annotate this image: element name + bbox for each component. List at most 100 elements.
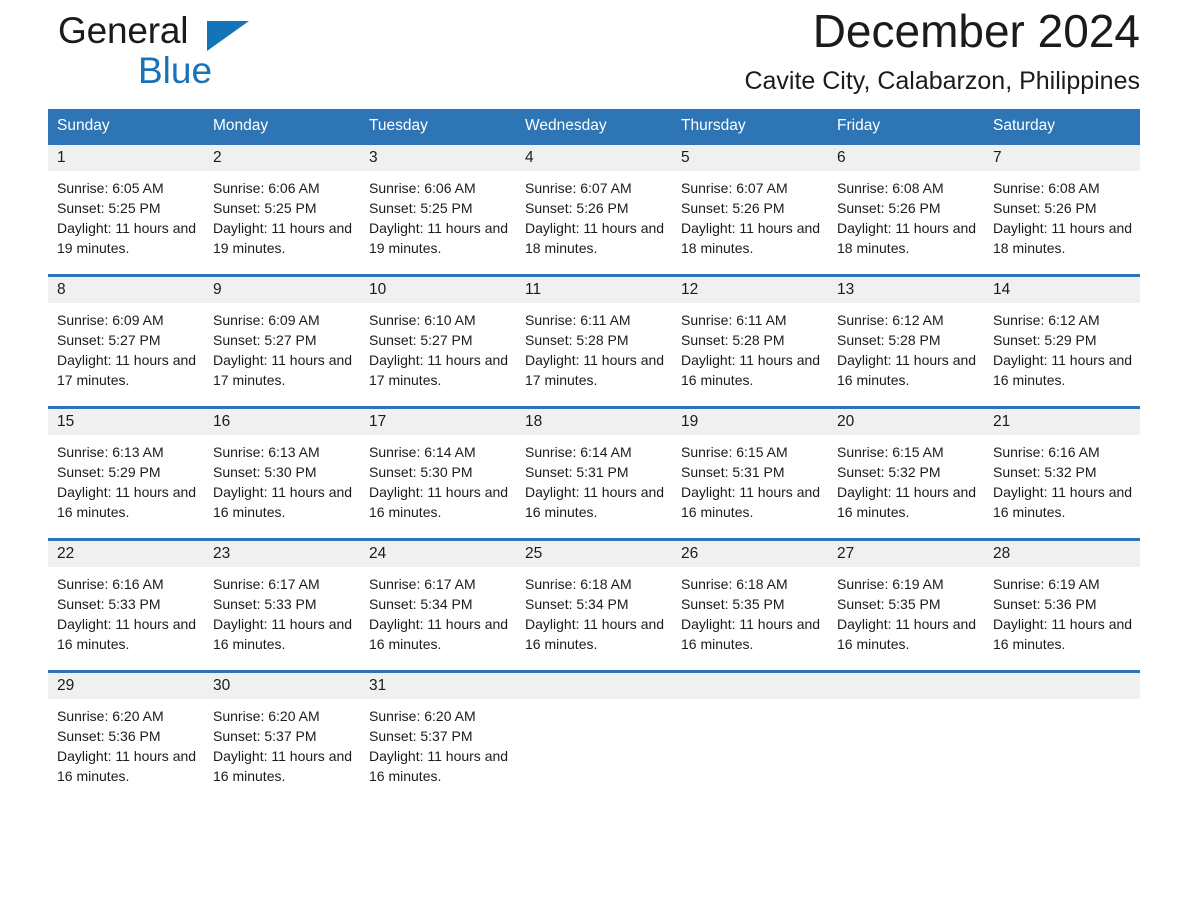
day-info: [828, 699, 984, 706]
daylight-text: Daylight: 11 hours and 16 minutes.: [993, 616, 1133, 652]
sunrise-text: Sunrise: 6:12 AM: [993, 312, 1100, 328]
calendar-day-cell[interactable]: 7 Sunrise: 6:08 AM Sunset: 5:26 PM Dayli…: [984, 145, 1140, 274]
day-info: Sunrise: 6:06 AM Sunset: 5:25 PM Dayligh…: [360, 171, 516, 258]
daylight-text: Daylight: 11 hours and 17 minutes.: [213, 352, 353, 388]
calendar-day-cell[interactable]: 28 Sunrise: 6:19 AM Sunset: 5:36 PM Dayl…: [984, 541, 1140, 670]
day-number: 28: [984, 541, 1140, 567]
calendar-day-cell[interactable]: 8 Sunrise: 6:09 AM Sunset: 5:27 PM Dayli…: [48, 277, 204, 406]
sunrise-text: Sunrise: 6:07 AM: [681, 180, 788, 196]
calendar-day-cell[interactable]: 18 Sunrise: 6:14 AM Sunset: 5:31 PM Dayl…: [516, 409, 672, 538]
sunrise-text: Sunrise: 6:06 AM: [213, 180, 320, 196]
calendar-day-cell[interactable]: 10 Sunrise: 6:10 AM Sunset: 5:27 PM Dayl…: [360, 277, 516, 406]
calendar-table: Sunday Monday Tuesday Wednesday Thursday…: [48, 109, 1140, 802]
calendar-day-cell[interactable]: 30 Sunrise: 6:20 AM Sunset: 5:37 PM Dayl…: [204, 673, 360, 802]
calendar-day-cell[interactable]: 4 Sunrise: 6:07 AM Sunset: 5:26 PM Dayli…: [516, 145, 672, 274]
daylight-text: Daylight: 11 hours and 16 minutes.: [213, 484, 353, 520]
calendar-day-cell[interactable]: 24 Sunrise: 6:17 AM Sunset: 5:34 PM Dayl…: [360, 541, 516, 670]
sunrise-text: Sunrise: 6:09 AM: [57, 312, 164, 328]
calendar-day-cell[interactable]: 6 Sunrise: 6:08 AM Sunset: 5:26 PM Dayli…: [828, 145, 984, 274]
day-number: 17: [360, 409, 516, 435]
weekday-header-tuesday: Tuesday: [369, 117, 428, 134]
weekday-header-saturday: Saturday: [993, 117, 1056, 134]
sunset-text: Sunset: 5:36 PM: [993, 596, 1097, 612]
sunrise-text: Sunrise: 6:08 AM: [993, 180, 1100, 196]
day-info: Sunrise: 6:07 AM Sunset: 5:26 PM Dayligh…: [516, 171, 672, 258]
daylight-text: Daylight: 11 hours and 16 minutes.: [837, 484, 977, 520]
calendar-day-cell[interactable]: 16 Sunrise: 6:13 AM Sunset: 5:30 PM Dayl…: [204, 409, 360, 538]
sunrise-text: Sunrise: 6:10 AM: [369, 312, 476, 328]
calendar-day-cell[interactable]: 19 Sunrise: 6:15 AM Sunset: 5:31 PM Dayl…: [672, 409, 828, 538]
day-info: Sunrise: 6:18 AM Sunset: 5:35 PM Dayligh…: [672, 567, 828, 654]
day-info: Sunrise: 6:15 AM Sunset: 5:32 PM Dayligh…: [828, 435, 984, 522]
sunrise-text: Sunrise: 6:11 AM: [681, 312, 787, 328]
day-number: 26: [672, 541, 828, 567]
sunset-text: Sunset: 5:27 PM: [213, 332, 317, 348]
calendar-day-cell[interactable]: 9 Sunrise: 6:09 AM Sunset: 5:27 PM Dayli…: [204, 277, 360, 406]
day-number: 9: [204, 277, 360, 303]
sunrise-text: Sunrise: 6:16 AM: [993, 444, 1100, 460]
calendar-day-cell[interactable]: 3 Sunrise: 6:06 AM Sunset: 5:25 PM Dayli…: [360, 145, 516, 274]
calendar-day-cell[interactable]: 22 Sunrise: 6:16 AM Sunset: 5:33 PM Dayl…: [48, 541, 204, 670]
general-blue-logo[interactable]: General Blue: [58, 12, 318, 98]
sunrise-text: Sunrise: 6:14 AM: [525, 444, 632, 460]
calendar-day-cell[interactable]: 31 Sunrise: 6:20 AM Sunset: 5:37 PM Dayl…: [360, 673, 516, 802]
calendar-week-row: 22 Sunrise: 6:16 AM Sunset: 5:33 PM Dayl…: [48, 538, 1140, 670]
calendar-day-cell-empty: [984, 673, 1140, 802]
day-info: Sunrise: 6:12 AM Sunset: 5:29 PM Dayligh…: [984, 303, 1140, 390]
sunset-text: Sunset: 5:25 PM: [369, 200, 473, 216]
calendar-day-cell[interactable]: 25 Sunrise: 6:18 AM Sunset: 5:34 PM Dayl…: [516, 541, 672, 670]
sunrise-text: Sunrise: 6:14 AM: [369, 444, 476, 460]
day-number: 4: [516, 145, 672, 171]
calendar-day-cell[interactable]: 29 Sunrise: 6:20 AM Sunset: 5:36 PM Dayl…: [48, 673, 204, 802]
daylight-text: Daylight: 11 hours and 19 minutes.: [369, 220, 509, 256]
daylight-text: Daylight: 11 hours and 16 minutes.: [57, 616, 197, 652]
calendar-day-cell[interactable]: 23 Sunrise: 6:17 AM Sunset: 5:33 PM Dayl…: [204, 541, 360, 670]
day-number: 13: [828, 277, 984, 303]
calendar-day-cell[interactable]: 21 Sunrise: 6:16 AM Sunset: 5:32 PM Dayl…: [984, 409, 1140, 538]
day-info: Sunrise: 6:15 AM Sunset: 5:31 PM Dayligh…: [672, 435, 828, 522]
calendar-day-cell[interactable]: 17 Sunrise: 6:14 AM Sunset: 5:30 PM Dayl…: [360, 409, 516, 538]
sunset-text: Sunset: 5:28 PM: [525, 332, 629, 348]
day-number: 1: [48, 145, 204, 171]
calendar-day-cell[interactable]: 14 Sunrise: 6:12 AM Sunset: 5:29 PM Dayl…: [984, 277, 1140, 406]
calendar-day-cell[interactable]: 13 Sunrise: 6:12 AM Sunset: 5:28 PM Dayl…: [828, 277, 984, 406]
sunset-text: Sunset: 5:32 PM: [993, 464, 1097, 480]
daylight-text: Daylight: 11 hours and 17 minutes.: [57, 352, 197, 388]
calendar-day-cell[interactable]: 1 Sunrise: 6:05 AM Sunset: 5:25 PM Dayli…: [48, 145, 204, 274]
daylight-text: Daylight: 11 hours and 16 minutes.: [213, 748, 353, 784]
day-info: Sunrise: 6:19 AM Sunset: 5:35 PM Dayligh…: [828, 567, 984, 654]
calendar-day-cell[interactable]: 15 Sunrise: 6:13 AM Sunset: 5:29 PM Dayl…: [48, 409, 204, 538]
day-number: 11: [516, 277, 672, 303]
daylight-text: Daylight: 11 hours and 17 minutes.: [525, 352, 665, 388]
calendar-day-cell[interactable]: 26 Sunrise: 6:18 AM Sunset: 5:35 PM Dayl…: [672, 541, 828, 670]
location-subtitle: Cavite City, Calabarzon, Philippines: [744, 67, 1140, 95]
calendar-day-cell[interactable]: 5 Sunrise: 6:07 AM Sunset: 5:26 PM Dayli…: [672, 145, 828, 274]
day-info: Sunrise: 6:20 AM Sunset: 5:36 PM Dayligh…: [48, 699, 204, 786]
sunrise-text: Sunrise: 6:11 AM: [525, 312, 631, 328]
day-number: 18: [516, 409, 672, 435]
daylight-text: Daylight: 11 hours and 16 minutes.: [369, 616, 509, 652]
calendar-day-cell[interactable]: 11 Sunrise: 6:11 AM Sunset: 5:28 PM Dayl…: [516, 277, 672, 406]
sunset-text: Sunset: 5:29 PM: [57, 464, 161, 480]
sunrise-text: Sunrise: 6:20 AM: [369, 708, 476, 724]
calendar-day-cell[interactable]: 12 Sunrise: 6:11 AM Sunset: 5:28 PM Dayl…: [672, 277, 828, 406]
calendar-day-cell[interactable]: 2 Sunrise: 6:06 AM Sunset: 5:25 PM Dayli…: [204, 145, 360, 274]
daylight-text: Daylight: 11 hours and 16 minutes.: [993, 484, 1133, 520]
sunrise-text: Sunrise: 6:19 AM: [837, 576, 944, 592]
sunrise-text: Sunrise: 6:16 AM: [57, 576, 164, 592]
calendar-day-cell[interactable]: 27 Sunrise: 6:19 AM Sunset: 5:35 PM Dayl…: [828, 541, 984, 670]
calendar-day-cell[interactable]: 20 Sunrise: 6:15 AM Sunset: 5:32 PM Dayl…: [828, 409, 984, 538]
day-number: 23: [204, 541, 360, 567]
sunrise-text: Sunrise: 6:18 AM: [525, 576, 632, 592]
sunset-text: Sunset: 5:30 PM: [369, 464, 473, 480]
weekday-header-thursday: Thursday: [681, 117, 746, 134]
weekday-header-monday: Monday: [213, 117, 269, 134]
daylight-text: Daylight: 11 hours and 16 minutes.: [681, 352, 821, 388]
calendar-week-row: 29 Sunrise: 6:20 AM Sunset: 5:36 PM Dayl…: [48, 670, 1140, 802]
sunset-text: Sunset: 5:32 PM: [837, 464, 941, 480]
day-number: 12: [672, 277, 828, 303]
sunrise-text: Sunrise: 6:13 AM: [57, 444, 164, 460]
calendar-week-row: 15 Sunrise: 6:13 AM Sunset: 5:29 PM Dayl…: [48, 406, 1140, 538]
day-info: Sunrise: 6:09 AM Sunset: 5:27 PM Dayligh…: [204, 303, 360, 390]
day-number: 3: [360, 145, 516, 171]
